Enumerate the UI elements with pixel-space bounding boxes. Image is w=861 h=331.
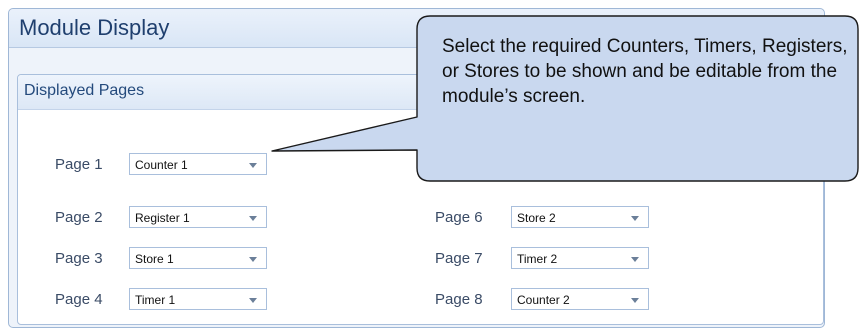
page-label: Page 6 [435, 209, 483, 226]
select-value: Store 2 [517, 211, 556, 225]
displayed-pages-group: Displayed Pages Page 1 Counter 1 Page 2 … [17, 74, 824, 325]
chevron-down-icon[interactable] [249, 298, 257, 303]
page-row-2: Page 2 Register 1 [55, 206, 267, 230]
select-value: Timer 2 [517, 252, 558, 266]
page-row-7: Page 7 Timer 2 [435, 247, 650, 271]
chevron-down-icon[interactable] [631, 257, 639, 262]
page-label: Page 2 [55, 209, 103, 226]
page-label: Page 7 [435, 250, 483, 267]
page-label: Page 8 [435, 291, 483, 308]
select-value: Timer 1 [135, 293, 176, 307]
page-7-select[interactable]: Timer 2 [511, 247, 649, 269]
chevron-down-icon[interactable] [631, 216, 639, 221]
page-2-select[interactable]: Register 1 [129, 206, 267, 228]
page-row-8: Page 8 Counter 2 [435, 288, 650, 312]
select-value: Counter 2 [517, 293, 570, 307]
page-4-select[interactable]: Timer 1 [129, 288, 267, 310]
chevron-down-icon[interactable] [631, 298, 639, 303]
select-value: Counter 1 [135, 158, 188, 172]
callout-text: Select the required Counters, Timers, Re… [442, 36, 848, 107]
page-8-select[interactable]: Counter 2 [511, 288, 649, 310]
page-row-4: Page 4 Timer 1 [55, 288, 267, 312]
chevron-down-icon[interactable] [249, 216, 257, 221]
page-row-1: Page 1 Counter 1 [55, 153, 267, 177]
page-row-3: Page 3 Store 1 [55, 247, 267, 271]
select-value: Register 1 [135, 211, 190, 225]
select-value: Store 1 [135, 252, 174, 266]
page-1-select[interactable]: Counter 1 [129, 153, 267, 175]
chevron-down-icon[interactable] [249, 257, 257, 262]
page-3-select[interactable]: Store 1 [129, 247, 267, 269]
page-6-select[interactable]: Store 2 [511, 206, 649, 228]
page-label: Page 4 [55, 291, 103, 308]
chevron-down-icon[interactable] [249, 163, 257, 168]
page-label: Page 1 [55, 156, 103, 173]
page-row-6: Page 6 Store 2 [435, 206, 650, 230]
group-title: Displayed Pages [24, 82, 145, 99]
panel-title: Module Display [19, 15, 170, 40]
page-label: Page 3 [55, 250, 103, 267]
